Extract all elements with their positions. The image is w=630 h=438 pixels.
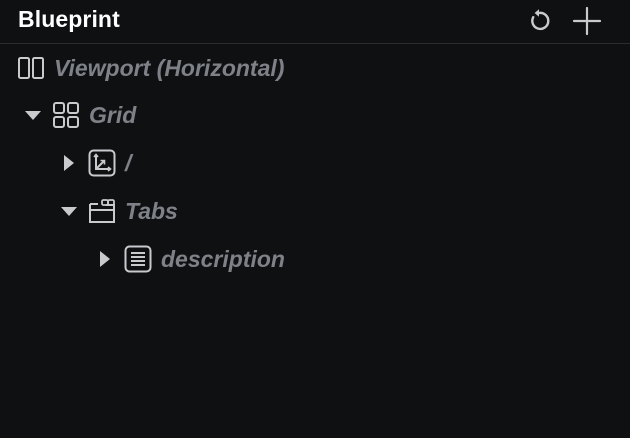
tree-item-grid[interactable]: Grid — [24, 95, 136, 135]
add-space-view-button[interactable] — [571, 5, 603, 37]
blueprint-panel: Blueprint Viewport (Horizontal) Grid / T… — [0, 0, 630, 438]
caret-down-icon[interactable] — [24, 106, 42, 124]
plus-icon — [572, 6, 602, 36]
grid-icon — [52, 101, 80, 129]
tree-item-root-view[interactable]: / — [60, 143, 131, 183]
caret-right-icon[interactable] — [60, 154, 78, 172]
panel-title: Blueprint — [18, 6, 120, 32]
tree-item-label: Tabs — [125, 197, 178, 224]
tree-item-viewport[interactable]: Viewport (Horizontal) — [17, 48, 284, 88]
tree-item-tabs[interactable]: Tabs — [60, 191, 178, 231]
tree-item-label: Grid — [89, 101, 137, 128]
reset-icon — [531, 9, 550, 31]
panel-header: Blueprint — [0, 0, 630, 44]
viewport-horizontal-icon — [17, 54, 45, 82]
tree-item-label: description — [161, 245, 285, 272]
reset-blueprint-button[interactable] — [523, 5, 555, 37]
caret-down-icon[interactable] — [60, 202, 78, 220]
tabs-container-icon — [88, 197, 116, 225]
spatial-2d-view-icon — [88, 149, 116, 177]
tree-item-description[interactable]: description — [96, 239, 285, 279]
text-document-icon — [124, 245, 152, 273]
tree-item-label: / — [125, 149, 132, 176]
caret-right-icon[interactable] — [96, 250, 114, 268]
tree-item-label: Viewport (Horizontal) — [54, 54, 285, 81]
